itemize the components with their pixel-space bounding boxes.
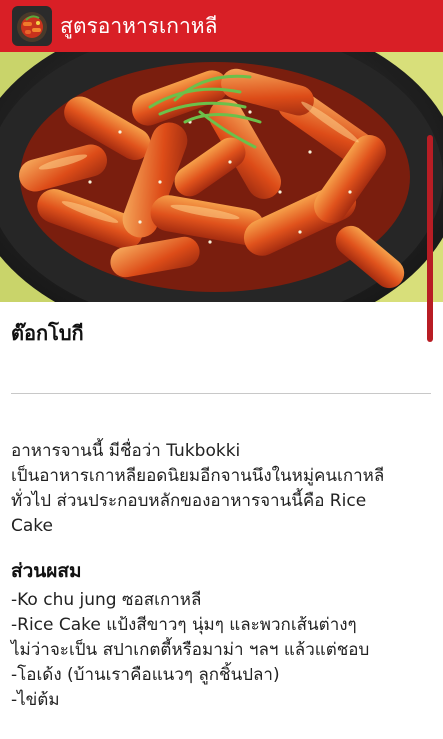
ingredient-item: -โอเด้ง (บ้านเราคือแนวๆ ลูกชิ้นปลา): [11, 665, 280, 685]
ingredient-item: -Rice Cake แป้งสีขาวๆ นุ่มๆ และพวกเส้นต่…: [11, 615, 357, 635]
recipe-screen: สูตรอาหารเกาหลี ต๊อกโบกี อาหารจานนี้ มีช…: [0, 0, 443, 739]
ingredients-heading: ส่วนผสม: [11, 560, 82, 582]
ingredient-item: -ไข่ต้ม: [11, 690, 60, 710]
description-line: ทั่วไป ส่วนประกอบหลักของอาหารจานนี้คือ R…: [11, 491, 367, 511]
ingredient-item: ไม่ว่าจะเป็น สปาเกตตี้หรือมาม่า ฯลฯ แล้ว…: [11, 640, 370, 660]
recipe-description: อาหารจานนี้ มีชื่อว่า Tukbokki เป็นอาหาร…: [11, 439, 439, 539]
ingredient-item: -Ko chu jung ซอสเกาหลี: [11, 590, 202, 610]
ingredients-list: -Ko chu jung ซอสเกาหลี -Rice Cake แป้งสี…: [11, 588, 439, 713]
tteokbokki-photo: [0, 52, 443, 302]
dish-thumbnail-icon[interactable]: [12, 6, 52, 46]
recipe-title: ต๊อกโบกี: [11, 321, 84, 345]
description-line: อาหารจานนี้ มีชื่อว่า Tukbokki: [11, 441, 241, 461]
description-line: เป็นอาหารเกาหลียอดนิยมอีกจานนึงในหมู่คนเ…: [11, 466, 385, 486]
app-title: สูตรอาหารเกาหลี: [60, 13, 218, 38]
app-bar: สูตรอาหารเกาหลี: [0, 0, 443, 52]
divider: [11, 393, 431, 394]
scrollbar[interactable]: [427, 135, 433, 342]
description-line: Cake: [11, 516, 53, 536]
